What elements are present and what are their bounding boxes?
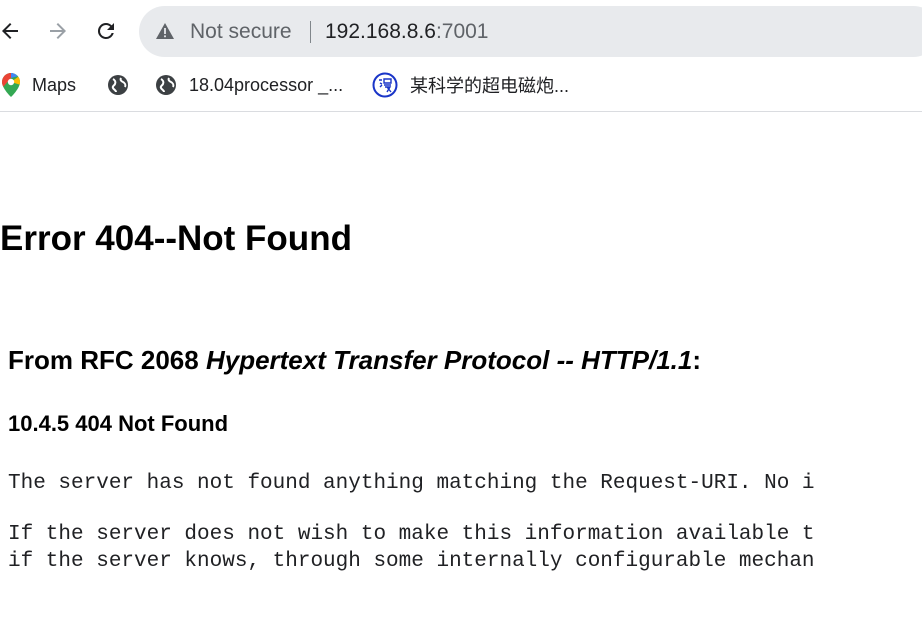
maps-pin-icon bbox=[2, 73, 20, 97]
manga-icon bbox=[372, 72, 398, 98]
url-port: :7001 bbox=[435, 20, 489, 43]
bookmarks-bar: Maps 18.04processor _... 某科学的超电磁炮... bbox=[0, 66, 922, 106]
globe-icon bbox=[156, 75, 176, 95]
omnibox-divider bbox=[310, 21, 311, 43]
paragraph-2-line-1: If the server does not wish to make this… bbox=[8, 523, 815, 546]
bookmark-globe[interactable] bbox=[107, 72, 129, 98]
arrow-right-icon bbox=[50, 23, 66, 39]
page-title: Error 404--Not Found bbox=[0, 219, 352, 258]
url-text[interactable]: 192.168.8.6:7001 bbox=[325, 20, 489, 44]
warning-triangle-icon bbox=[156, 23, 174, 39]
bookmark-maps[interactable]: Maps bbox=[2, 72, 76, 98]
paragraph-2: If the server does not wish to make this… bbox=[8, 521, 815, 575]
arrow-left-icon bbox=[2, 23, 18, 39]
browser-toolbar: Not secure 192.168.8.6:7001 Maps 18.04pr… bbox=[0, 0, 922, 112]
bookmark-18-04processor[interactable]: 18.04processor _... bbox=[155, 72, 343, 98]
reload-icon bbox=[97, 22, 114, 39]
globe-icon bbox=[108, 75, 128, 95]
url-host: 192.168.8.6 bbox=[325, 20, 436, 43]
security-status-chip[interactable]: Not secure bbox=[190, 20, 292, 44]
bookmark-railgun[interactable]: 某科学的超电磁炮... bbox=[372, 72, 569, 98]
section-heading: 10.4.5 404 Not Found bbox=[8, 411, 229, 436]
forward-button[interactable] bbox=[41, 14, 75, 48]
paragraph-1: The server has not found anything matchi… bbox=[8, 472, 815, 495]
rfc-suffix: : bbox=[692, 345, 702, 375]
bookmark-label: Maps bbox=[32, 74, 77, 95]
bookmark-label: 某科学的超电磁炮... bbox=[410, 76, 570, 96]
back-button[interactable] bbox=[0, 14, 27, 48]
rfc-prefix: From RFC 2068 bbox=[8, 345, 206, 375]
paragraph-2-line-2: if the server knows, through some intern… bbox=[8, 550, 815, 573]
bookmark-label: 18.04processor _... bbox=[189, 74, 344, 95]
rfc-heading: From RFC 2068 Hypertext Transfer Protoco… bbox=[8, 345, 701, 376]
reload-button[interactable] bbox=[89, 14, 123, 48]
page-content: Error 404--Not Found From RFC 2068 Hyper… bbox=[0, 112, 922, 633]
rfc-protocol-name: Hypertext Transfer Protocol -- HTTP/1.1 bbox=[205, 345, 693, 375]
address-bar[interactable]: Not secure 192.168.8.6:7001 bbox=[139, 6, 922, 57]
